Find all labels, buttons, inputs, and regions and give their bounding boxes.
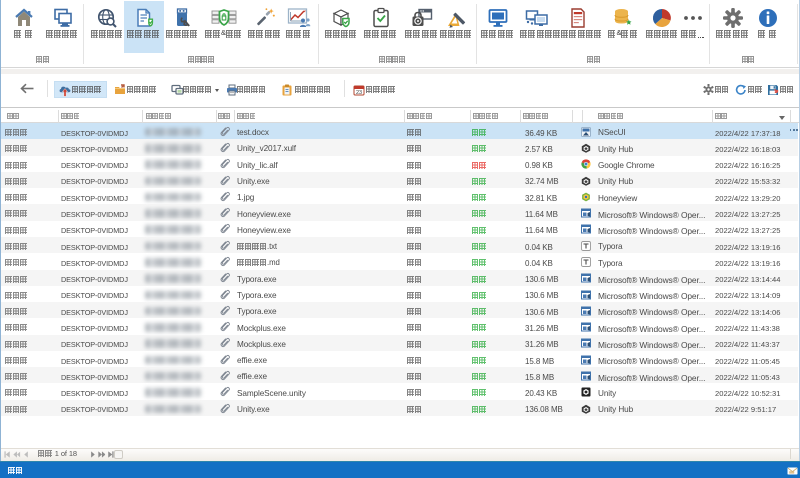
svg-text:23: 23 xyxy=(356,90,362,96)
